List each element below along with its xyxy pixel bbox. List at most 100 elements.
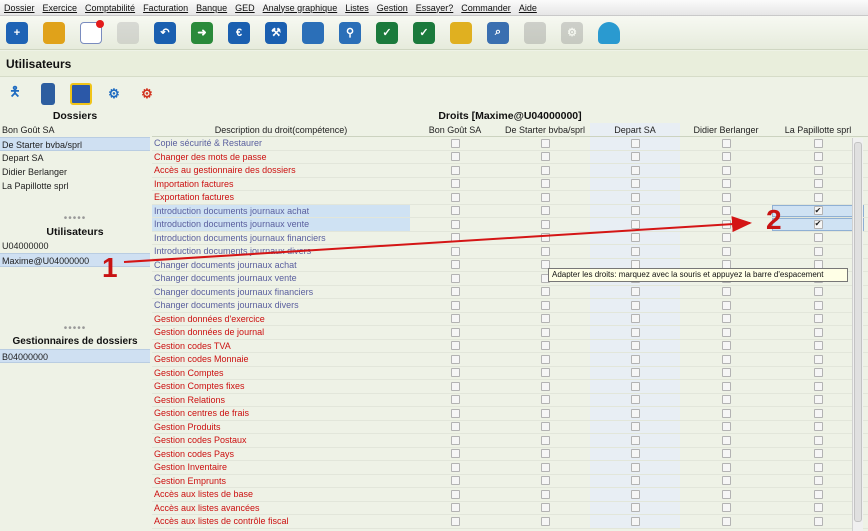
gauge-icon[interactable]	[598, 21, 620, 44]
permission-checkbox[interactable]	[450, 179, 460, 189]
permission-checkbox[interactable]	[540, 138, 550, 148]
permission-checkbox[interactable]	[540, 327, 550, 337]
scroll-thumb[interactable]	[854, 142, 862, 522]
chart-icon[interactable]	[524, 21, 546, 44]
permission-checkbox[interactable]	[450, 489, 460, 499]
list-item[interactable]: De Starter bvba/sprl	[0, 137, 150, 151]
column-header[interactable]: La Papillotte sprl	[772, 123, 864, 136]
menu-item-5[interactable]: GED	[235, 3, 255, 13]
menu-item-8[interactable]: Gestion	[377, 3, 408, 13]
permission-checkbox[interactable]	[813, 246, 823, 256]
permission-checkbox[interactable]	[450, 206, 460, 216]
permission-checkbox[interactable]: ✔	[813, 219, 823, 229]
permission-checkbox[interactable]	[630, 368, 640, 378]
permission-checkbox[interactable]	[813, 408, 823, 418]
mail-icon[interactable]	[80, 19, 104, 44]
permission-checkbox[interactable]	[721, 408, 731, 418]
permission-checkbox[interactable]	[630, 435, 640, 445]
permission-checkbox[interactable]	[450, 165, 460, 175]
table-row[interactable]: Gestion Comptes fixes	[152, 380, 868, 394]
permission-checkbox[interactable]	[721, 192, 731, 202]
permission-checkbox[interactable]	[721, 354, 731, 364]
list-item[interactable]: Bon Goût SA	[0, 123, 150, 137]
permission-checkbox[interactable]	[540, 165, 550, 175]
permission-checkbox[interactable]	[813, 381, 823, 391]
table-row[interactable]: Gestion Produits	[152, 420, 868, 434]
table-row[interactable]: Copie sécurité & Restaurer	[152, 137, 868, 151]
permission-checkbox[interactable]	[813, 354, 823, 364]
permission-checkbox[interactable]	[450, 422, 460, 432]
permission-checkbox[interactable]	[450, 300, 460, 310]
map-icon[interactable]	[450, 21, 472, 44]
permission-checkbox[interactable]	[540, 395, 550, 405]
permission-checkbox[interactable]	[540, 503, 550, 513]
permission-checkbox[interactable]	[450, 516, 460, 526]
list-item[interactable]: Depart SA	[0, 151, 150, 165]
permission-checkbox[interactable]	[630, 449, 640, 459]
permission-checkbox[interactable]	[630, 462, 640, 472]
table-row[interactable]: Gestion codes Monnaie	[152, 353, 868, 367]
permission-checkbox[interactable]	[630, 287, 640, 297]
permission-checkbox[interactable]	[813, 287, 823, 297]
table-row[interactable]: Gestion Comptes	[152, 366, 868, 380]
permission-checkbox[interactable]	[540, 314, 550, 324]
permission-checkbox[interactable]	[813, 179, 823, 189]
permission-checkbox[interactable]	[813, 503, 823, 513]
permission-checkbox[interactable]	[630, 489, 640, 499]
permission-checkbox[interactable]	[721, 246, 731, 256]
permission-checkbox[interactable]: ✔	[813, 206, 823, 216]
permission-checkbox[interactable]	[721, 516, 731, 526]
permission-checkbox[interactable]	[813, 489, 823, 499]
table-row[interactable]: Gestion centres de frais	[152, 407, 868, 421]
permission-checkbox[interactable]	[540, 233, 550, 243]
permission-checkbox[interactable]	[540, 246, 550, 256]
table-row[interactable]: Importation factures	[152, 177, 868, 191]
permission-checkbox[interactable]	[540, 449, 550, 459]
permission-checkbox[interactable]	[721, 422, 731, 432]
menu-item-9[interactable]: Essayer?	[416, 3, 454, 13]
menu-item-11[interactable]: Aide	[519, 3, 537, 13]
permission-checkbox[interactable]	[813, 435, 823, 445]
remove-user-icon[interactable]: ⚙	[136, 83, 158, 105]
permission-checkbox[interactable]	[721, 165, 731, 175]
permission-checkbox[interactable]	[813, 476, 823, 486]
column-header[interactable]: Description du droit(compétence)	[152, 123, 410, 136]
permission-checkbox[interactable]	[813, 314, 823, 324]
permission-checkbox[interactable]	[540, 192, 550, 202]
settings-icon[interactable]: ⚙	[561, 21, 583, 44]
permission-checkbox[interactable]	[630, 354, 640, 364]
save-icon[interactable]	[70, 83, 92, 105]
menu-item-6[interactable]: Analyse graphique	[263, 3, 338, 13]
permission-checkbox[interactable]	[630, 192, 640, 202]
permission-checkbox[interactable]	[721, 219, 731, 229]
splitter-handle-2[interactable]: •••••	[0, 324, 150, 335]
permission-checkbox[interactable]	[721, 233, 731, 243]
table-row[interactable]: Gestion Emprunts	[152, 474, 868, 488]
table-row[interactable]: Accès au gestionnaire des dossiers	[152, 164, 868, 178]
permission-checkbox[interactable]	[540, 219, 550, 229]
settings-user-icon[interactable]: ⚙	[103, 83, 125, 105]
film-check-icon[interactable]: ✓	[376, 21, 398, 44]
menu-item-0[interactable]: Dossier	[4, 3, 35, 13]
permission-checkbox[interactable]	[630, 381, 640, 391]
permission-checkbox[interactable]	[450, 462, 460, 472]
permission-checkbox[interactable]	[540, 516, 550, 526]
permission-checkbox[interactable]	[630, 246, 640, 256]
permission-checkbox[interactable]	[450, 476, 460, 486]
column-header[interactable]: Bon Goût SA	[410, 123, 500, 136]
permission-checkbox[interactable]	[721, 300, 731, 310]
coin-book-icon[interactable]: €	[228, 21, 250, 44]
table-row[interactable]: Exportation factures	[152, 191, 868, 205]
permission-checkbox[interactable]	[813, 341, 823, 351]
permission-checkbox[interactable]	[721, 287, 731, 297]
search-icon[interactable]: ⌕	[487, 21, 509, 44]
permission-checkbox[interactable]	[721, 503, 731, 513]
delete-icon[interactable]	[41, 83, 55, 105]
permission-checkbox[interactable]	[813, 165, 823, 175]
permission-checkbox[interactable]	[813, 368, 823, 378]
splitter-handle[interactable]: •••••	[0, 214, 150, 225]
permission-checkbox[interactable]	[450, 246, 460, 256]
list-item[interactable]: Didier Berlanger	[0, 165, 150, 179]
permission-checkbox[interactable]	[450, 314, 460, 324]
menu-item-3[interactable]: Facturation	[143, 3, 188, 13]
